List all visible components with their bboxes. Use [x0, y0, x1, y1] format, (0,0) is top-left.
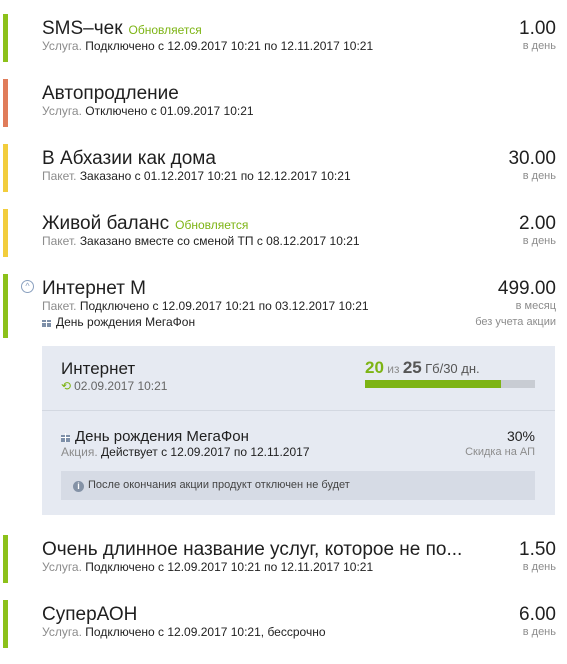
service-item-sms-check[interactable]: SMS–чек Обновляется Услуга. Подключено с … [0, 14, 567, 62]
service-title[interactable]: В Абхазии как дома [42, 148, 216, 170]
service-kind: Услуга. [42, 39, 82, 53]
updating-badge: Обновляется [175, 218, 249, 232]
service-promo-line: День рождения МегаФон [42, 315, 195, 329]
gift-icon [61, 433, 70, 442]
info-icon: i [73, 481, 84, 492]
promo-value-label: Скидка на АП [465, 446, 535, 458]
service-price-unit: в день [522, 40, 556, 52]
service-status: Подключено с 12.09.2017 10:21 по 03.12.2… [79, 299, 369, 313]
service-title[interactable]: СуперАОН [42, 604, 137, 626]
service-meta: Пакет. Подключено с 12.09.2017 10:21 по … [42, 299, 369, 313]
service-kind: Пакет. [42, 299, 77, 313]
status-bar [3, 14, 8, 62]
quota-used: 20 [365, 358, 384, 377]
service-title-text: SMS–чек [42, 18, 123, 39]
service-title-text: Живой баланс [42, 213, 170, 234]
promo-notice: i После окончания акции продукт отключен … [61, 471, 535, 500]
service-item-long-name[interactable]: Очень длинное название услуг, которое не… [0, 535, 567, 583]
service-title[interactable]: Интернет М [42, 278, 146, 300]
status-bar [3, 600, 8, 648]
status-bar [3, 535, 8, 583]
service-price-unit: в день [522, 561, 556, 573]
status-bar [3, 144, 8, 192]
service-price: 499.00 [497, 278, 556, 299]
service-price: 1.00 [519, 18, 556, 39]
quota-progress-bar [365, 380, 535, 388]
service-details-panel: Интернет ⟲ 02.09.2017 10:21 20 из 25 Гб/3… [42, 346, 555, 515]
service-meta: Услуга. Подключено с 12.09.2017 10:21, б… [42, 625, 326, 639]
quota-readout: 20 из 25 Гб/30 дн. [365, 358, 480, 378]
service-kind: Услуга. [42, 625, 82, 639]
service-price: 2.00 [519, 213, 556, 234]
quota-unit: Гб/30 дн. [425, 361, 480, 376]
service-price-unit: в день [522, 170, 556, 182]
promo-title: День рождения МегаФон [61, 428, 249, 445]
status-bar [3, 274, 8, 338]
service-kind: Услуга. [42, 104, 82, 118]
details-title: Интернет [61, 359, 136, 378]
refresh-icon: ⟲ [61, 379, 72, 393]
service-price-unit: в день [522, 626, 556, 638]
service-meta: Услуга. Подключено с 12.09.2017 10:21 по… [42, 560, 373, 574]
service-price-note: без учета акции [475, 316, 556, 328]
service-kind: Пакет. [42, 169, 77, 183]
status-bar [3, 209, 8, 257]
service-status: Заказано с 01.12.2017 10:21 по 12.12.201… [79, 169, 351, 183]
promo-value: 30% [506, 428, 535, 444]
promo-meta: Акция. Действует с 12.09.2017 по 12.11.2… [61, 445, 310, 459]
service-price: 30.00 [508, 148, 556, 169]
service-status: Подключено с 12.09.2017 10:21 по 12.11.2… [85, 560, 374, 574]
quota-total: 25 [402, 358, 422, 377]
service-item-super-aon[interactable]: СуперАОН Услуга. Подключено с 12.09.2017… [0, 600, 567, 648]
updating-badge: Обновляется [128, 23, 202, 37]
service-status: Подключено с 12.09.2017 10:21, бессрочно [85, 625, 326, 639]
quota-progress-fill [365, 380, 501, 388]
service-price-unit: в день [522, 235, 556, 247]
service-item-abkhazia[interactable]: В Абхазии как дома Пакет. Заказано с 01.… [0, 144, 567, 192]
status-bar [3, 79, 8, 127]
service-item-autorenew[interactable]: Автопродление Услуга. Отключено с 01.09.… [0, 79, 567, 127]
service-status: Заказано вместе со сменой ТП с 08.12.201… [79, 234, 360, 248]
service-item-live-balance[interactable]: Живой баланс Обновляется Пакет. Заказано … [0, 209, 567, 257]
service-kind: Пакет. [42, 234, 77, 248]
service-price-unit: в месяц [515, 300, 556, 312]
service-title[interactable]: Автопродление [42, 83, 179, 105]
chevron-up-icon[interactable]: ^ [21, 280, 34, 293]
service-kind: Услуга. [42, 560, 82, 574]
service-price: 1.50 [519, 539, 556, 560]
service-title[interactable]: Очень длинное название услуг, которое не… [42, 539, 462, 561]
details-divider [42, 410, 555, 411]
quota-of: из [387, 362, 400, 376]
promo-notice-text: После окончания акции продукт отключен н… [88, 479, 350, 491]
service-meta: Услуга. Отключено с 01.09.2017 10:21 [42, 104, 254, 118]
promo-title-text: День рождения МегаФон [75, 428, 249, 445]
service-meta: Пакет. Заказано вместе со сменой ТП с 08… [42, 234, 360, 248]
service-meta: Услуга. Подключено с 12.09.2017 10:21 по… [42, 39, 373, 53]
service-meta: Пакет. Заказано с 01.12.2017 10:21 по 12… [42, 169, 351, 183]
service-title[interactable]: SMS–чек Обновляется [42, 18, 202, 40]
promo-status: Действует с 12.09.2017 по 12.11.2017 [101, 445, 310, 459]
gift-icon [42, 318, 51, 327]
service-title[interactable]: Живой баланс Обновляется [42, 213, 248, 235]
promo-name: День рождения МегаФон [56, 315, 196, 329]
details-date-text: 02.09.2017 10:21 [74, 379, 168, 393]
service-status: Отключено с 01.09.2017 10:21 [85, 104, 254, 118]
details-date: ⟲ 02.09.2017 10:21 [61, 379, 167, 393]
service-item-internet-m[interactable]: ^ Интернет М Пакет. Подключено с 12.09.2… [0, 274, 567, 338]
service-price: 6.00 [519, 604, 556, 625]
service-status: Подключено с 12.09.2017 10:21 по 12.11.2… [85, 39, 374, 53]
promo-kind: Акция. [61, 445, 98, 459]
